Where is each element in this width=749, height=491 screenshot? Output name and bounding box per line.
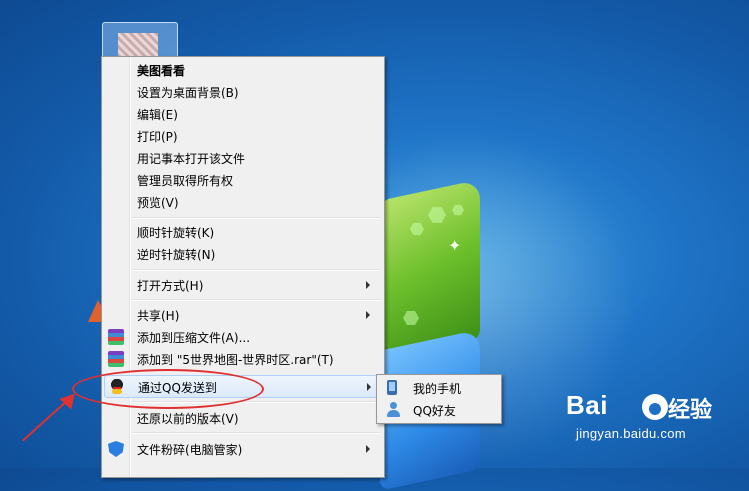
menu-item-preview[interactable]: 预览(V) (104, 191, 380, 213)
menu-item-rotate-clockwise[interactable]: 顺时针旋转(K) (104, 221, 380, 243)
menu-item-label: 管理员取得所有权 (137, 174, 234, 188)
watermark-url: jingyan.baidu.com (576, 426, 686, 441)
phone-icon (387, 380, 397, 395)
submenu-arrow-icon (366, 445, 370, 453)
menu-item-label: 设置为桌面背景(B) (137, 86, 239, 100)
annotation-red-arrow-line (22, 401, 67, 442)
menu-separator (132, 432, 380, 434)
menu-item-open-notepad[interactable]: 用记事本打开该文件 (104, 147, 380, 169)
menu-item-add-to-archive[interactable]: 添加到压缩文件(A)... (104, 326, 380, 348)
watermark-logo-text: Bai (566, 390, 608, 420)
menu-item-print[interactable]: 打印(P) (104, 125, 380, 147)
submenu-item-qq-friend[interactable]: QQ好友 (379, 399, 499, 421)
menu-item-rotate-counterclockwise[interactable]: 逆时针旋转(N) (104, 243, 380, 265)
menu-item-label: 美图看看 (137, 64, 186, 78)
submenu-item-my-phone[interactable]: 我的手机 (379, 377, 499, 399)
menu-item-label: 预览(V) (137, 196, 179, 210)
menu-item-set-wallpaper[interactable]: 设置为桌面背景(B) (104, 81, 380, 103)
baidu-jingyan-watermark: Bai 经验 jingyan.baidu.com (566, 390, 746, 460)
menu-item-add-to-rar[interactable]: 添加到 "5世界地图-世界时区.rar"(T) (104, 348, 380, 370)
qq-send-submenu: 我的手机 QQ好友 (376, 374, 502, 424)
submenu-item-label: 我的手机 (413, 382, 462, 396)
person-icon (386, 402, 400, 418)
annotation-red-ellipse (72, 369, 264, 409)
menu-item-take-ownership[interactable]: 管理员取得所有权 (104, 169, 380, 191)
menu-item-label: 逆时针旋转(N) (137, 248, 216, 262)
watermark-logo-cn: 经验 (668, 398, 713, 423)
menu-item-edit[interactable]: 编辑(E) (104, 103, 380, 125)
menu-separator (132, 217, 380, 219)
menu-item-label: 打开方式(H) (137, 279, 204, 293)
menu-item-label: 编辑(E) (137, 108, 178, 122)
menu-item-share[interactable]: 共享(H) (104, 304, 380, 326)
menu-item-file-shredder[interactable]: 文件粉碎(电脑管家) (104, 438, 380, 460)
baidu-paw-icon (642, 394, 668, 420)
menu-item-open-with[interactable]: 打开方式(H) (104, 274, 380, 296)
menu-item-label: 文件粉碎(电脑管家) (137, 443, 243, 457)
menu-separator (132, 299, 380, 301)
butterfly-icon: ✦ (448, 236, 462, 255)
winrar-icon (108, 351, 124, 367)
menu-item-label: 打印(P) (137, 130, 178, 144)
menu-item-label: 添加到 "5世界地图-世界时区.rar"(T) (137, 353, 334, 367)
menu-item-label: 共享(H) (137, 309, 180, 323)
shield-icon (108, 441, 124, 457)
submenu-item-label: QQ好友 (413, 404, 456, 418)
menu-item-label: 用记事本打开该文件 (137, 152, 246, 166)
context-menu: 美图看看 设置为桌面背景(B) 编辑(E) 打印(P) 用记事本打开该文件 管理… (101, 56, 385, 478)
menu-item-label: 顺时针旋转(K) (137, 226, 215, 240)
winrar-icon (108, 329, 124, 345)
menu-item-label: 还原以前的版本(V) (137, 412, 239, 426)
menu-separator (132, 269, 380, 271)
submenu-arrow-icon (367, 383, 371, 391)
menu-item-restore-previous-versions[interactable]: 还原以前的版本(V) (104, 407, 380, 429)
menu-item-meitu-view[interactable]: 美图看看 (104, 59, 380, 81)
menu-item-label: 添加到压缩文件(A)... (137, 331, 251, 345)
submenu-arrow-icon (366, 281, 370, 289)
submenu-arrow-icon (366, 311, 370, 319)
